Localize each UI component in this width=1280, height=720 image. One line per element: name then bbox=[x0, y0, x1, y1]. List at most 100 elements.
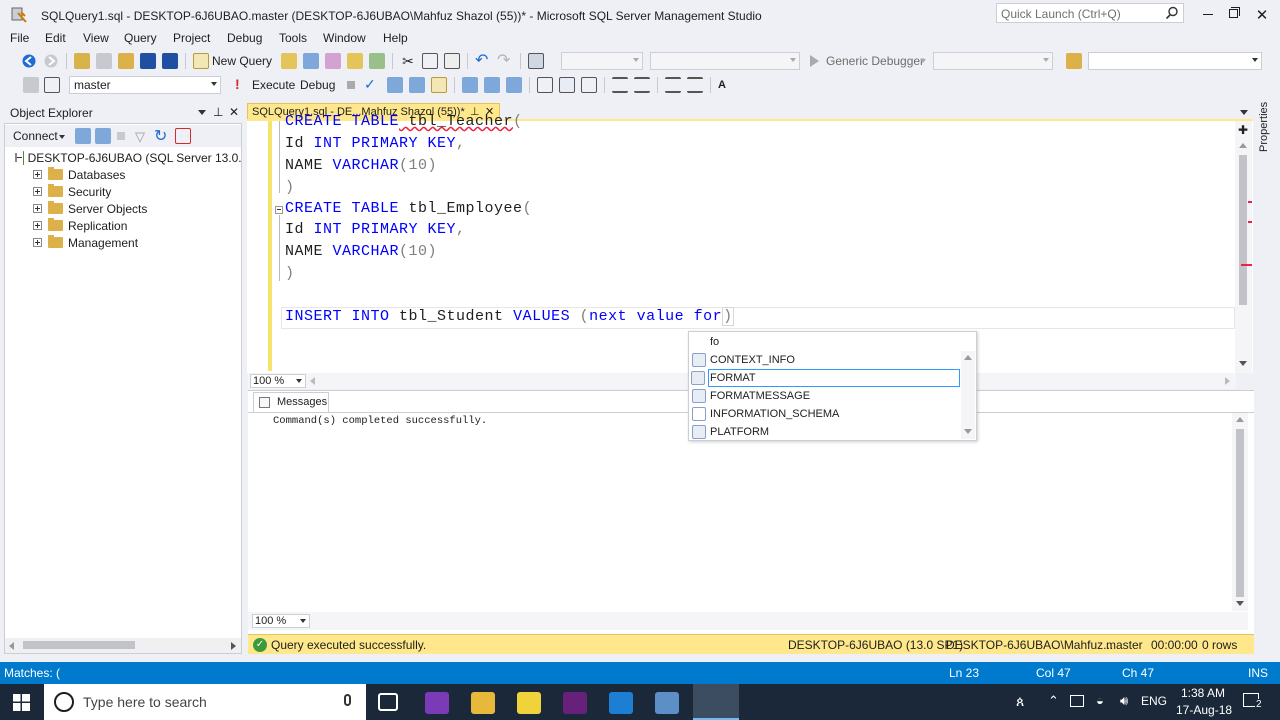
debug-target-combo[interactable] bbox=[933, 52, 1053, 70]
editor-zoom-combo[interactable]: 100 % bbox=[250, 374, 306, 388]
increase-indent-icon[interactable] bbox=[687, 77, 703, 93]
open-file-icon[interactable] bbox=[118, 53, 134, 69]
scroll-up-icon[interactable] bbox=[964, 355, 972, 360]
decrease-indent-icon[interactable] bbox=[665, 77, 681, 93]
completion-item[interactable]: PLATFORM bbox=[691, 423, 959, 441]
visual-studio-icon[interactable] bbox=[425, 692, 449, 714]
expand-icon[interactable] bbox=[33, 187, 42, 196]
display-estimated-plan-icon[interactable] bbox=[387, 77, 403, 93]
window-app-icon[interactable] bbox=[655, 692, 679, 714]
new-query-button[interactable]: New Query bbox=[212, 54, 272, 68]
menu-debug[interactable]: Debug bbox=[227, 31, 262, 45]
debug-start-icon[interactable] bbox=[810, 55, 822, 67]
scroll-up-icon[interactable] bbox=[1236, 417, 1244, 422]
visual-studio-2-icon[interactable] bbox=[563, 692, 587, 714]
quick-launch-input[interactable]: Quick Launch (Ctrl+Q) bbox=[1001, 7, 1121, 21]
refresh-icon[interactable]: ↻ bbox=[154, 126, 167, 146]
tree-node-server-objects[interactable]: Server Objects bbox=[33, 200, 147, 217]
completion-item[interactable]: CONTEXT_INFO bbox=[691, 351, 959, 369]
restore-button[interactable] bbox=[1224, 7, 1244, 22]
ssms-taskbar-icon[interactable] bbox=[693, 684, 739, 720]
object-explorer-hscrollbar[interactable] bbox=[5, 638, 241, 653]
close-button[interactable]: ✕ bbox=[1252, 6, 1272, 24]
collapse-region-icon[interactable] bbox=[275, 206, 283, 214]
scroll-thumb[interactable] bbox=[1239, 155, 1247, 305]
results-zoom-combo[interactable]: 100 % bbox=[252, 614, 310, 628]
uncomment-icon[interactable] bbox=[634, 77, 650, 93]
split-icon[interactable]: ✚ bbox=[1238, 123, 1248, 137]
expand-icon[interactable] bbox=[33, 221, 42, 230]
tree-node-databases[interactable]: Databases bbox=[33, 166, 125, 183]
expand-icon[interactable] bbox=[33, 204, 42, 213]
completion-item-selected[interactable]: FORMAT bbox=[691, 369, 960, 387]
vscode-icon[interactable] bbox=[609, 692, 633, 714]
menu-help[interactable]: Help bbox=[383, 31, 408, 45]
scroll-left-icon[interactable] bbox=[310, 377, 315, 385]
collapse-icon[interactable] bbox=[15, 153, 23, 162]
object-explorer-toolbar-icon[interactable] bbox=[23, 77, 39, 93]
execute-icon[interactable]: ! bbox=[235, 76, 240, 92]
tab-messages[interactable]: Messages bbox=[253, 392, 329, 412]
save-all-icon[interactable] bbox=[162, 53, 178, 69]
connect-button[interactable]: Connect bbox=[13, 129, 58, 143]
scroll-right-icon[interactable] bbox=[231, 642, 236, 650]
activity-monitor-icon[interactable] bbox=[528, 53, 545, 69]
debug-button[interactable]: Debug bbox=[300, 78, 335, 92]
disconnect-icon[interactable] bbox=[95, 128, 111, 144]
live-query-stats-icon[interactable] bbox=[484, 77, 500, 93]
scroll-down-icon[interactable] bbox=[1236, 601, 1244, 606]
tab-overflow-icon[interactable] bbox=[1240, 110, 1248, 115]
cancel-query-icon[interactable] bbox=[347, 81, 355, 89]
scroll-up-icon[interactable] bbox=[1239, 143, 1247, 148]
include-actual-plan-icon[interactable] bbox=[462, 77, 478, 93]
scroll-left-icon[interactable] bbox=[9, 642, 14, 650]
menu-view[interactable]: View bbox=[83, 31, 109, 45]
new-query-icon[interactable] bbox=[193, 53, 209, 69]
connect-object-icon[interactable] bbox=[75, 128, 91, 144]
taskbar-search-box[interactable]: Type here to search bbox=[44, 684, 366, 720]
new-project-icon[interactable] bbox=[74, 53, 90, 69]
forward-icon[interactable] bbox=[43, 53, 59, 69]
undo-icon[interactable]: ↶ bbox=[475, 53, 491, 69]
pin-icon[interactable]: ⊥ bbox=[213, 105, 223, 119]
clock-date[interactable]: 17-Aug-18 bbox=[1176, 703, 1232, 717]
activity-icon[interactable] bbox=[175, 128, 191, 144]
completion-item[interactable]: FORMATMESSAGE bbox=[691, 387, 959, 405]
execute-button[interactable]: Execute bbox=[252, 78, 295, 92]
scroll-thumb[interactable] bbox=[1236, 429, 1244, 597]
scroll-down-icon[interactable] bbox=[964, 429, 972, 434]
paste-icon[interactable] bbox=[444, 53, 461, 69]
client-statistics-icon[interactable] bbox=[506, 77, 522, 93]
editor-vscrollbar[interactable]: ✚ bbox=[1235, 121, 1252, 373]
search-icon[interactable] bbox=[1165, 6, 1179, 23]
clock-time[interactable]: 1:38 AM bbox=[1181, 686, 1225, 700]
menu-window[interactable]: Window bbox=[323, 31, 366, 45]
menu-tools[interactable]: Tools bbox=[279, 31, 307, 45]
find-combo[interactable] bbox=[1088, 52, 1262, 70]
find-in-files-icon[interactable] bbox=[1066, 53, 1082, 69]
scroll-thumb[interactable] bbox=[23, 641, 135, 649]
tray-icon[interactable] bbox=[1070, 695, 1084, 707]
menu-query[interactable]: Query bbox=[124, 31, 157, 45]
tree-node-security[interactable]: Security bbox=[33, 183, 111, 200]
connect-dropdown-icon[interactable] bbox=[59, 135, 65, 139]
results-to-file-icon[interactable] bbox=[581, 77, 597, 93]
minimize-button[interactable] bbox=[1196, 8, 1220, 22]
volume-icon[interactable]: 🔊︎ bbox=[1120, 693, 1128, 709]
people-icon[interactable]: ጰ bbox=[1016, 693, 1024, 710]
chevron-up-icon[interactable]: ⌃ bbox=[1048, 693, 1059, 709]
close-icon[interactable]: ✕ bbox=[229, 105, 239, 119]
solution-platform-combo[interactable] bbox=[650, 52, 800, 70]
tree-node-server[interactable]: DESKTOP-6J6UBAO (SQL Server 13.0.40 bbox=[15, 149, 241, 166]
xmla-query-icon[interactable] bbox=[347, 53, 364, 69]
dmx-query-icon[interactable] bbox=[325, 53, 342, 69]
database-selector[interactable]: master bbox=[69, 76, 221, 94]
completion-item[interactable]: INFORMATION_SCHEMA bbox=[691, 405, 959, 423]
menu-edit[interactable]: Edit bbox=[45, 31, 66, 45]
input-language[interactable]: ENG bbox=[1141, 694, 1167, 708]
intellisense-icon[interactable] bbox=[431, 77, 447, 93]
menu-file[interactable]: File bbox=[10, 31, 29, 45]
chevron-down-icon[interactable] bbox=[198, 110, 206, 115]
quick-launch-box[interactable]: Quick Launch (Ctrl+Q) bbox=[996, 3, 1184, 23]
db-engine-query-icon[interactable] bbox=[281, 53, 298, 69]
